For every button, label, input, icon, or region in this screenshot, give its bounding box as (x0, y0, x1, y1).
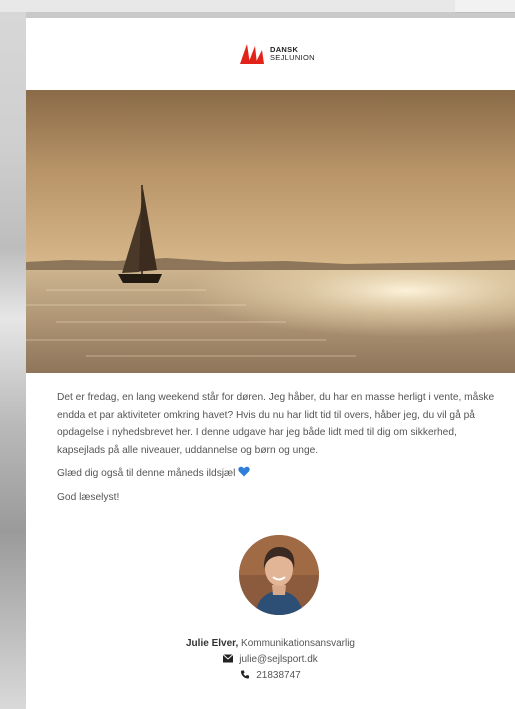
hero-sailboat-image (26, 90, 515, 373)
author-name: Julie Elver, (186, 638, 239, 649)
signature-block: Julie Elver, Kommunikationsansvarlig jul… (26, 636, 515, 684)
author-role: Kommunikationsansvarlig (238, 638, 355, 649)
logo-line-2: SEJLUNION (270, 53, 315, 62)
dansk-sejlunion-logo[interactable]: DANSK SEJLUNION (238, 42, 328, 66)
background-photo-strip (0, 0, 26, 709)
envelope-icon (223, 654, 234, 663)
author-avatar (239, 535, 319, 615)
top-bar-control[interactable] (455, 0, 515, 13)
window-top-bar (0, 0, 515, 13)
blue-heart-icon (238, 466, 250, 477)
signature-phone-line[interactable]: 21838747 (26, 668, 515, 684)
paragraph-intro: Det er fredag, en lang weekend står for … (57, 392, 495, 456)
author-phone-link[interactable]: 21838747 (256, 670, 301, 681)
logo-wordmark: DANSK SEJLUNION (270, 46, 315, 62)
signature-email-line[interactable]: julie@sejlsport.dk (26, 652, 515, 668)
signature-name-line: Julie Elver, Kommunikationsansvarlig (26, 636, 515, 652)
phone-icon (241, 670, 250, 679)
author-photo (239, 535, 319, 615)
newsletter-card: DANSK SEJLUNION Det er fredag, en lang w… (26, 18, 515, 709)
paragraph-closing: God læselyst! (57, 491, 120, 503)
paragraph-ildsjael: Glæd dig også til denne måneds ildsjæl (57, 465, 507, 483)
author-email-link[interactable]: julie@sejlsport.dk (239, 654, 318, 665)
ildsjael-text: Glæd dig også til denne måneds ildsjæl (57, 468, 236, 479)
intro-text: Det er fredag, en lang weekend står for … (57, 389, 507, 512)
sail-logo-icon (240, 44, 264, 64)
sunset-sea-photo (26, 90, 515, 373)
